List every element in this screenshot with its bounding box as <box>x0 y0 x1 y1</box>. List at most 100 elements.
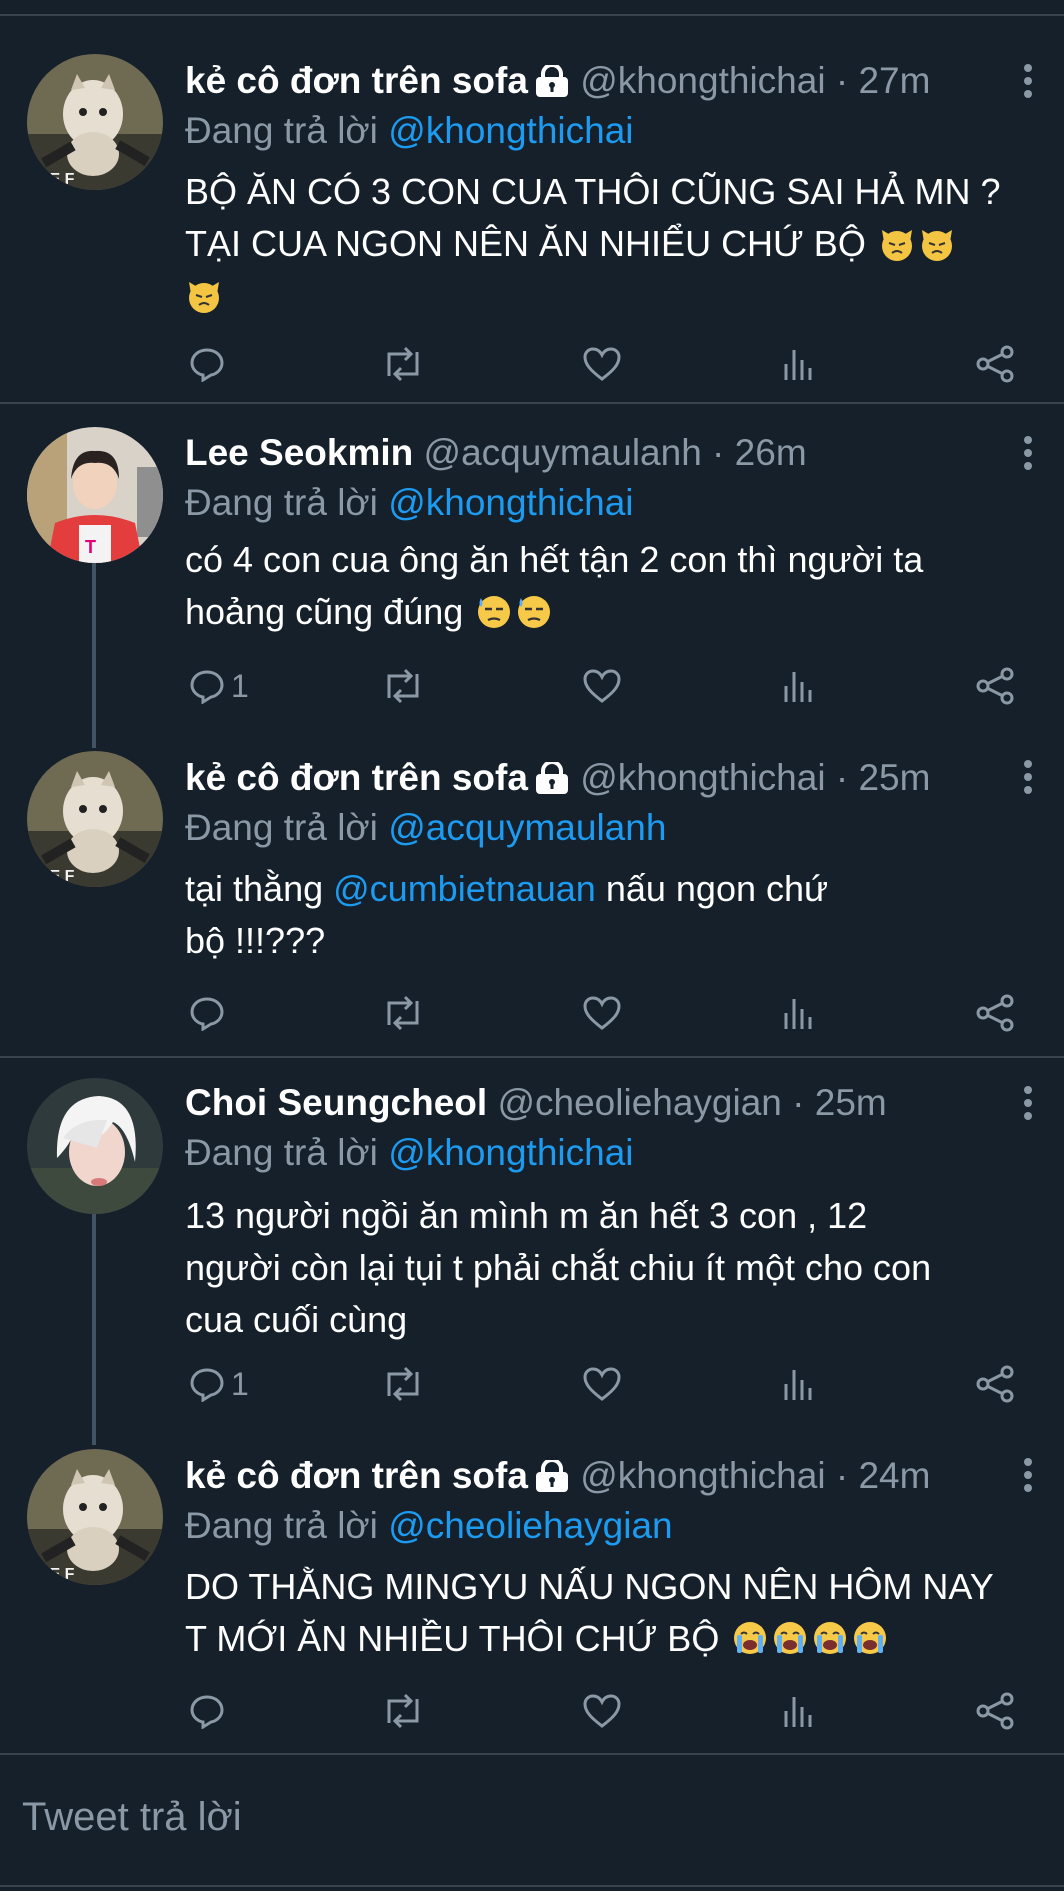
analytics-button[interactable] <box>782 1364 814 1404</box>
reply-button[interactable]: 1 <box>189 1364 249 1404</box>
mention-link[interactable]: @khongthichai <box>388 1132 633 1173</box>
reply-icon <box>189 346 225 382</box>
more-icon[interactable] <box>1024 1086 1034 1122</box>
reply-button[interactable]: 1 <box>189 666 249 706</box>
replying-to: Đang trả lời @khongthichai <box>185 482 634 523</box>
tweet-actions: 1 <box>185 666 1025 706</box>
downcast-sweat-emoji <box>515 592 553 630</box>
display-name[interactable]: Choi Seungcheol <box>185 1082 487 1123</box>
analytics-button[interactable] <box>782 344 814 384</box>
reply-icon <box>189 1693 225 1729</box>
tweet-divider <box>0 1753 1064 1755</box>
share-button[interactable] <box>975 1364 1015 1404</box>
reply-count: 1 <box>231 667 249 704</box>
tweet-text: có 4 con cua ông ăn hết tận 2 con thì ng… <box>185 539 924 632</box>
mention-link[interactable]: @cumbietnauan <box>333 868 596 909</box>
svg-text:FEE F: FEE F <box>29 868 75 885</box>
separator-dot: · <box>701 432 735 473</box>
reply-button[interactable] <box>189 993 231 1033</box>
like-button[interactable] <box>582 344 622 384</box>
handle[interactable]: @khongthichai <box>580 757 825 798</box>
pouting-cat-emoji <box>185 276 223 314</box>
mention-link[interactable]: @acquymaulanh <box>388 807 666 848</box>
more-icon[interactable] <box>1024 436 1034 472</box>
handle[interactable]: @cheoliehaygian <box>497 1082 781 1123</box>
analytics-icon <box>782 668 814 704</box>
share-icon <box>975 993 1015 1033</box>
tweet-divider <box>0 402 1064 404</box>
retweet-icon <box>381 1693 425 1729</box>
share-button[interactable] <box>975 344 1015 384</box>
replying-to: Đang trả lời @khongthichai <box>185 110 634 151</box>
retweet-button[interactable] <box>381 666 425 706</box>
mention-link[interactable]: @khongthichai <box>388 482 633 523</box>
tweet-actions <box>185 344 1025 384</box>
like-button[interactable] <box>582 666 622 706</box>
reply-input[interactable] <box>22 1795 922 1840</box>
crying-face-emoji <box>811 1619 849 1657</box>
tweet-actions <box>185 993 1025 1033</box>
reply-button[interactable] <box>189 344 231 384</box>
timestamp[interactable]: 24m <box>858 1455 930 1496</box>
like-button[interactable] <box>582 1364 622 1404</box>
avatar[interactable] <box>27 1078 163 1214</box>
analytics-icon <box>782 1693 814 1729</box>
composer-divider <box>0 1885 1064 1887</box>
more-icon[interactable] <box>1024 1458 1034 1494</box>
handle[interactable]: @khongthichai <box>580 60 825 101</box>
share-button[interactable] <box>975 666 1015 706</box>
analytics-button[interactable] <box>782 1691 814 1731</box>
crying-face-emoji <box>851 1619 889 1657</box>
timestamp[interactable]: 25m <box>858 757 930 798</box>
tweet-text: tại thằng @cumbietnauan nấu ngon chứ bộ … <box>185 868 829 961</box>
tweet-actions: 1 <box>185 1364 1025 1404</box>
analytics-button[interactable] <box>782 993 814 1033</box>
retweet-icon <box>381 1366 425 1402</box>
display-name[interactable]: Lee Seokmin <box>185 432 413 473</box>
display-name[interactable]: kẻ cô đơn trên sofa <box>185 757 528 798</box>
tweet-header: kẻ cô đơn trên sofa @khongthichai · 24m <box>185 1451 930 1501</box>
retweet-icon <box>381 346 425 382</box>
replying-to: Đang trả lời @cheoliehaygian <box>185 1505 673 1546</box>
display-name[interactable]: kẻ cô đơn trên sofa <box>185 1455 528 1496</box>
separator-dot: · <box>825 60 859 101</box>
pouting-cat-emoji <box>918 224 956 262</box>
like-button[interactable] <box>582 993 622 1033</box>
tweet-divider <box>0 1056 1064 1058</box>
share-button[interactable] <box>975 1691 1015 1731</box>
reply-count: 1 <box>231 1365 249 1402</box>
share-button[interactable] <box>975 993 1015 1033</box>
more-icon[interactable] <box>1024 64 1034 100</box>
retweet-button[interactable] <box>381 344 425 384</box>
avatar[interactable]: FEE F <box>27 54 163 190</box>
like-icon <box>582 1366 622 1402</box>
reply-icon <box>189 1366 225 1402</box>
avatar[interactable]: FEE F <box>27 751 163 887</box>
share-icon <box>975 344 1015 384</box>
handle[interactable]: @acquymaulanh <box>424 432 702 473</box>
avatar[interactable]: FEE F <box>27 1449 163 1585</box>
share-icon <box>975 666 1015 706</box>
reply-button[interactable] <box>189 1691 231 1731</box>
timestamp[interactable]: 26m <box>735 432 807 473</box>
share-icon <box>975 1364 1015 1404</box>
thread-line <box>92 1213 96 1445</box>
separator-dot: · <box>825 757 859 798</box>
avatar[interactable]: T <box>27 427 163 563</box>
timestamp[interactable]: 25m <box>815 1082 887 1123</box>
more-icon[interactable] <box>1024 760 1034 796</box>
crying-face-emoji <box>731 1619 769 1657</box>
retweet-button[interactable] <box>381 993 425 1033</box>
analytics-button[interactable] <box>782 666 814 706</box>
retweet-button[interactable] <box>381 1691 425 1731</box>
mention-link[interactable]: @khongthichai <box>388 110 633 151</box>
retweet-button[interactable] <box>381 1364 425 1404</box>
tweet-text: BỘ ĂN CÓ 3 CON CUA THÔI CŨNG SAI HẢ MN ?… <box>185 166 1045 322</box>
display-name[interactable]: kẻ cô đơn trên sofa <box>185 60 528 101</box>
timestamp[interactable]: 27m <box>858 60 930 101</box>
handle[interactable]: @khongthichai <box>580 1455 825 1496</box>
like-button[interactable] <box>582 1691 622 1731</box>
separator-dot: · <box>781 1082 815 1123</box>
downcast-sweat-emoji <box>475 592 513 630</box>
mention-link[interactable]: @cheoliehaygian <box>388 1505 672 1546</box>
